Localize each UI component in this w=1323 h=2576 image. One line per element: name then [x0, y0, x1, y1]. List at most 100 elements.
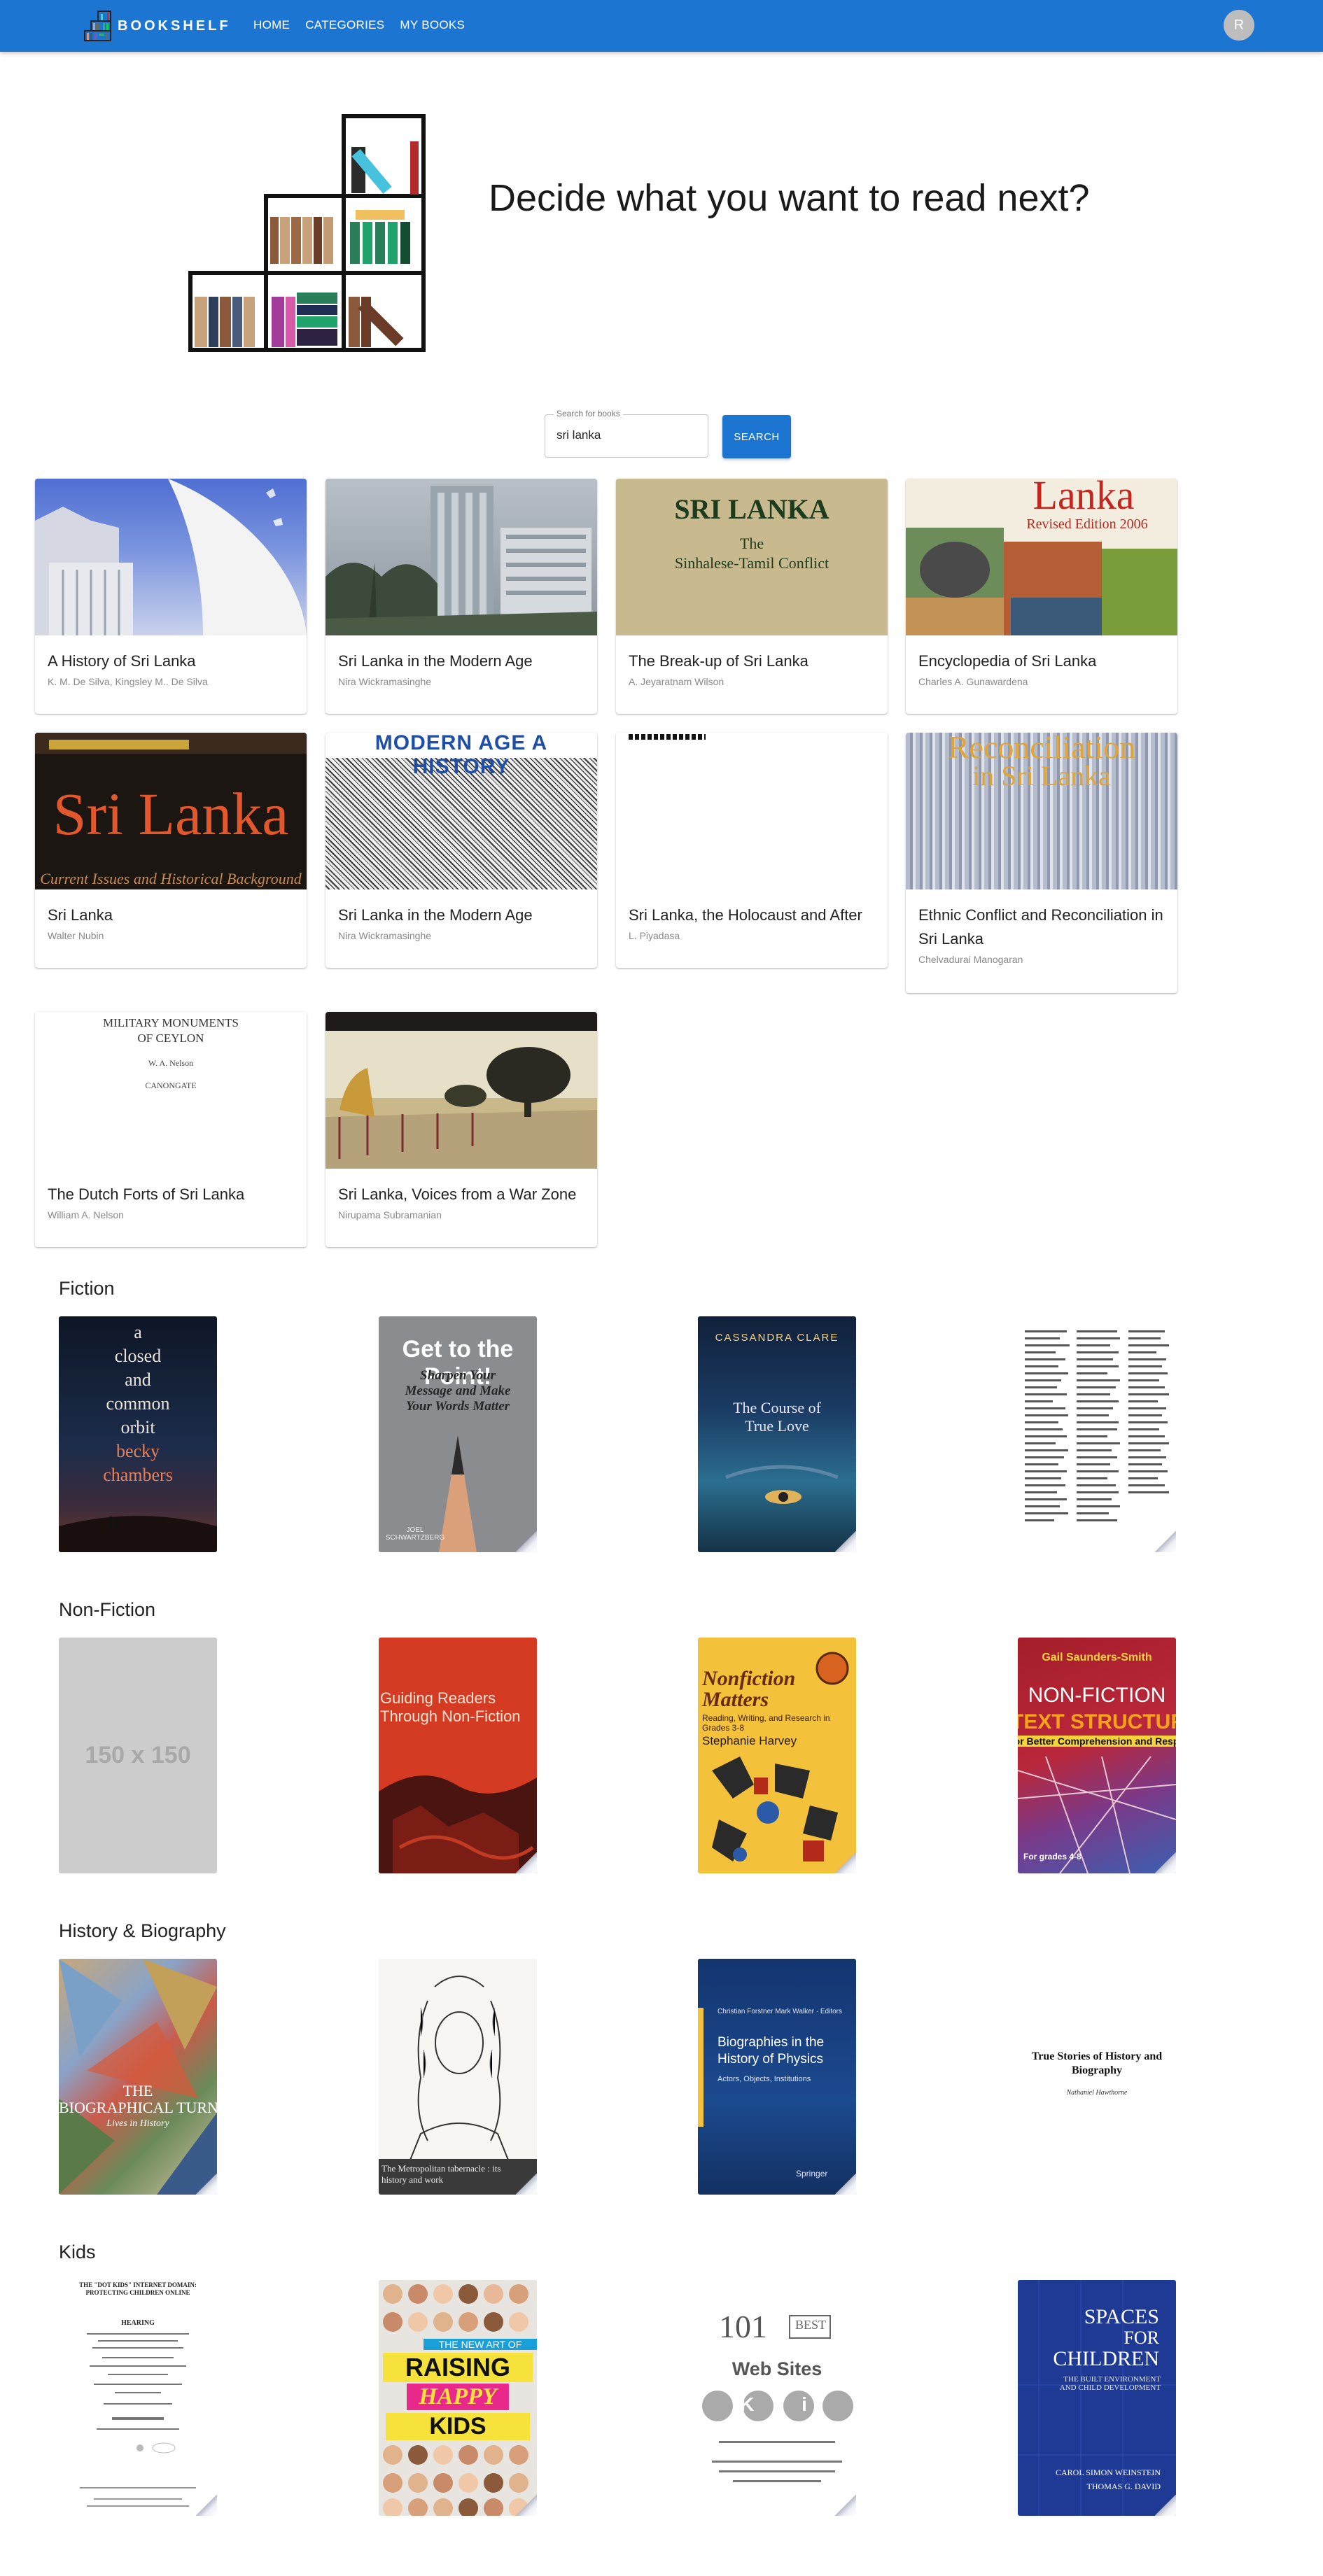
book-title: Sri Lanka, the Holocaust and After: [629, 906, 862, 924]
cover-title: Sri Lanka: [52, 780, 289, 847]
result-card[interactable]: SRI LANKA The Sinhalese-Tamil Conflict T…: [616, 479, 888, 714]
cover-title-line: FOR: [1124, 2328, 1159, 2348]
nav-my-books[interactable]: MY BOOKS: [400, 18, 465, 32]
user-avatar[interactable]: R: [1224, 10, 1254, 41]
book-cover[interactable]: a closed and common orbit becky chambers: [59, 1316, 217, 1552]
book-cover[interactable]: THE BIOGRAPHICAL TURN Lives in History: [59, 1959, 217, 2195]
book-cover[interactable]: The Metropolitan tabernacle : its histor…: [379, 1959, 537, 2195]
cover-subtitle: Revised Edition 2006: [1026, 516, 1148, 532]
result-card[interactable]: A History of Sri Lanka K. M. De Silva, K…: [35, 479, 307, 714]
book-title: Encyclopedia of Sri Lanka: [918, 652, 1097, 670]
page-curl: [835, 2495, 856, 2516]
book-cover[interactable]: SPACES FOR CHILDREN THE BUILT ENVIRONMEN…: [1018, 2280, 1176, 2516]
main-nav: HOME CATEGORIES MY BOOKS: [253, 18, 465, 32]
page-curl: [516, 1531, 537, 1552]
app-bar: BOOKSHELF HOME CATEGORIES MY BOOKS R: [0, 0, 1323, 52]
section-title-kids: Kids: [59, 2241, 96, 2262]
nav-home[interactable]: HOME: [253, 18, 290, 32]
search-button[interactable]: SEARCH: [722, 415, 791, 458]
book-cover[interactable]: [1018, 1316, 1176, 1552]
page-curl: [196, 2495, 217, 2516]
section-title-history-biography: History & Biography: [59, 1920, 226, 1941]
search-field[interactable]: Search for books: [545, 409, 708, 458]
cover-title-line: CHILDREN: [1053, 2347, 1159, 2370]
book-cover[interactable]: Get to the Point! Sharpen Your Message a…: [379, 1316, 537, 1552]
cover-title-line: KIDS: [386, 2413, 530, 2440]
book-author: Nira Wickramasinghe: [338, 676, 432, 687]
cover-author: CAROL SIMON WEINSTEIN: [1056, 2468, 1161, 2477]
result-card[interactable]: MODERN AGE A HISTORY Sri Lanka in the Mo…: [326, 733, 597, 968]
result-card[interactable]: Sri Lanka, the Holocaust and After L. Pi…: [616, 733, 888, 968]
page-curl: [835, 1852, 856, 1873]
cover-title-line: HAPPY: [407, 2384, 509, 2410]
result-card[interactable]: MILITARY MONUMENTS OF CEYLON W. A. Nelso…: [35, 1012, 307, 1247]
cover-title: The Metropolitan tabernacle : its histor…: [382, 2163, 501, 2185]
book-cover[interactable]: True Stories of History and Biography Na…: [1018, 1959, 1176, 2195]
cover-title: True Stories of History and Biography: [1031, 2050, 1163, 2076]
cover-title-line: THE: [122, 2082, 153, 2099]
book-author: Nirupama Subramanian: [338, 1209, 442, 1220]
book-author: Charles A. Gunawardena: [918, 676, 1028, 687]
book-cover: [326, 479, 597, 635]
result-card[interactable]: Sri Lanka in the Modern Age Nira Wickram…: [326, 479, 597, 714]
book-cover[interactable]: Guiding Readers Through Non-Fiction: [379, 1638, 537, 1873]
brand[interactable]: BOOKSHELF: [84, 8, 231, 43]
result-card[interactable]: Sri Lanka, Voices from a War Zone Nirupa…: [326, 1012, 597, 1247]
cover-author: Nathaniel Hawthorne: [1066, 2089, 1128, 2097]
book-cover: [35, 479, 307, 635]
book-cover[interactable]: Nonfiction Matters Reading, Writing, and…: [698, 1638, 856, 1873]
result-card[interactable]: Reconciliation in Sri Lanka Ethnic Confl…: [906, 733, 1177, 993]
page-curl: [516, 2495, 537, 2516]
book-title: The Dutch Forts of Sri Lanka: [48, 1185, 245, 1203]
search-label: Search for books: [554, 409, 623, 418]
cover-author: THOMAS G. DAVID: [1086, 2482, 1161, 2491]
book-title: Sri Lanka in the Modern Age: [338, 906, 533, 924]
cover-kids: K i d s: [738, 2393, 830, 2437]
book-author: Chelvadurai Manogaran: [918, 954, 1023, 965]
book-author: Nira Wickramasinghe: [338, 930, 432, 941]
cover-author: JOEL SCHWARTZBERG: [385, 1526, 445, 1542]
book-title: A History of Sri Lanka: [48, 652, 196, 670]
section-title-non-fiction: Non-Fiction: [59, 1599, 156, 1620]
cover-title-line: BIOGRAPHICAL TURN: [59, 2099, 217, 2116]
book-cover: Lanka Revised Edition 2006: [906, 479, 1177, 635]
book-cover[interactable]: CASSANDRA CLARE The Course of True Love: [698, 1316, 856, 1552]
result-card[interactable]: Sri Lanka Current Issues and Historical …: [35, 733, 307, 968]
book-cover[interactable]: Christian Forstner Mark Walker · Editors…: [698, 1959, 856, 2195]
cover-title-line: SPACES: [1084, 2305, 1159, 2328]
cover-title: MODERN AGE A HISTORY: [326, 733, 597, 778]
page-curl: [835, 1531, 856, 1552]
placeholder-cover[interactable]: 150 x 150: [59, 1638, 217, 1873]
book-title: The Break-up of Sri Lanka: [629, 652, 808, 670]
book-title: Sri Lanka in the Modern Age: [338, 652, 533, 670]
cover-title: SRI LANKA: [674, 493, 830, 525]
cover-subtitle: Lives in History: [106, 2118, 169, 2129]
cover-subtitle: THE BUILT ENVIRONMENT AND CHILD DEVELOPM…: [1059, 2375, 1161, 2392]
book-title: Ethnic Conflict and Reconciliation in Sr…: [918, 906, 1163, 948]
page-curl: [1155, 1852, 1176, 1873]
nav-categories[interactable]: CATEGORIES: [305, 18, 384, 32]
book-cover[interactable]: 101 BEST Web Sites K i d s: [698, 2280, 856, 2516]
page-curl: [516, 2174, 537, 2195]
result-card[interactable]: Lanka Revised Edition 2006 Encyclopedia …: [906, 479, 1177, 714]
book-author: L. Piyadasa: [629, 930, 680, 941]
page-curl: [1155, 1531, 1176, 1552]
book-author: Walter Nubin: [48, 930, 104, 941]
search-input[interactable]: [555, 428, 698, 443]
page-curl: [196, 2174, 217, 2195]
cover-title-line: RAISING: [383, 2353, 533, 2382]
book-cover: Sri Lanka Current Issues and Historical …: [35, 733, 307, 889]
book-cover: MODERN AGE A HISTORY: [326, 733, 597, 889]
book-cover: MILITARY MONUMENTS OF CEYLON W. A. Nelso…: [35, 1012, 307, 1169]
cover-title: MILITARY MONUMENTS: [103, 1016, 239, 1029]
book-cover[interactable]: THE "DOT KIDS" INTERNET DOMAIN: PROTECTI…: [59, 2280, 217, 2516]
cover-subtitle: Current Issues and Historical Background: [40, 870, 302, 887]
book-author: William A. Nelson: [48, 1209, 124, 1220]
book-cover[interactable]: THE NEW ART OF RAISING HAPPY KIDS: [379, 2280, 537, 2516]
cover-subtitle: in Sri Lanka: [972, 760, 1111, 791]
cover-subtitle: Sinhalese-Tamil Conflict: [674, 554, 830, 572]
book-cover[interactable]: Gail Saunders-Smith NON-FICTION TEXT STR…: [1018, 1638, 1176, 1873]
book-author: A. Jeyaratnam Wilson: [629, 676, 724, 687]
bookshelf-illustration: [188, 114, 426, 352]
book-cover: [326, 1012, 597, 1169]
